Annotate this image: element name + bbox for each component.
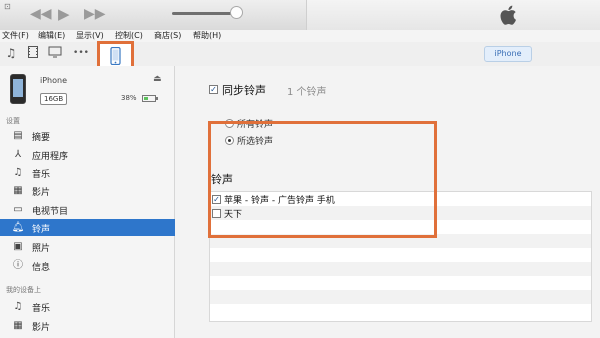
music-icon[interactable]: ♫	[4, 46, 18, 60]
sidebar-item-label: 电视节目	[32, 207, 69, 217]
capacity-badge: 16GB	[40, 93, 68, 105]
ringtone-count: 1 个铃声	[287, 87, 327, 98]
film-icon: ▦	[13, 320, 23, 331]
sidebar-item-device-music[interactable]: ♫ 音乐	[0, 298, 175, 315]
battery-percent: 38%	[121, 94, 137, 102]
sidebar-item-summary[interactable]: ▤ 摘要	[0, 127, 175, 144]
device-tab[interactable]: iPhone	[484, 46, 532, 62]
tv-icon[interactable]	[48, 46, 62, 60]
more-icon[interactable]: •••	[71, 46, 91, 60]
music-icon: ♫	[13, 167, 23, 178]
sidebar-item-device-movies[interactable]: ▦ 影片	[0, 317, 175, 334]
sidebar-item-label: 应用程序	[32, 152, 69, 162]
sidebar-item-label: 影片	[32, 188, 51, 198]
sidebar-item-label: 音乐	[32, 304, 51, 314]
tv-icon: ▭	[13, 204, 23, 215]
film-icon: ▦	[13, 185, 23, 196]
sidebar-item-label: 音乐	[32, 170, 51, 180]
apps-icon: ⅄	[14, 149, 22, 160]
window-menu-icon[interactable]: ⊡	[4, 2, 11, 11]
info-icon: ⓘ	[13, 260, 23, 271]
sidebar-item-label: 信息	[32, 263, 51, 273]
settings-header: 设置	[6, 117, 20, 125]
play-button[interactable]: ▶	[58, 6, 70, 22]
menu-file[interactable]: 文件(F)	[2, 30, 29, 42]
list-row-stripe	[210, 290, 591, 304]
photo-icon: ▣	[13, 241, 23, 252]
sync-ringtones-label: 同步铃声	[222, 84, 266, 97]
summary-icon: ▤	[13, 130, 23, 141]
menu-edit[interactable]: 编辑(E)	[38, 30, 65, 42]
previous-track-button[interactable]: ◀◀	[30, 6, 52, 22]
next-track-button[interactable]: ▶▶	[84, 6, 106, 22]
sidebar-item-label: 照片	[32, 244, 51, 254]
apple-logo-icon	[500, 5, 516, 25]
list-row-stripe	[210, 262, 591, 276]
sidebar-item-ringtones[interactable]: 🔔︎ 铃声	[0, 219, 175, 236]
highlight-annotation	[208, 121, 437, 238]
volume-knob[interactable]	[230, 6, 243, 19]
sidebar-item-tv[interactable]: ▭ 电视节目	[0, 201, 175, 218]
sidebar-item-label: 摘要	[32, 133, 51, 143]
eject-icon[interactable]: ⏏	[153, 74, 162, 84]
sidebar-item-label: 铃声	[32, 225, 51, 235]
bell-icon: 🔔︎	[11, 222, 25, 233]
on-device-header: 我的设备上	[6, 286, 41, 294]
sidebar-item-music[interactable]: ♫ 音乐	[0, 164, 175, 181]
volume-slider[interactable]	[172, 12, 238, 15]
sidebar-item-info[interactable]: ⓘ 信息	[0, 257, 175, 274]
music-icon: ♫	[13, 301, 23, 312]
sidebar-item-photos[interactable]: ▣ 照片	[0, 238, 175, 255]
film-icon[interactable]	[26, 46, 40, 60]
sidebar-item-movies[interactable]: ▦ 影片	[0, 182, 175, 199]
sidebar-item-label: 影片	[32, 323, 51, 333]
menu-help[interactable]: 帮助(H)	[193, 30, 221, 42]
menu-store[interactable]: 商店(S)	[154, 30, 181, 42]
status-display	[306, 0, 600, 30]
battery-icon	[142, 95, 158, 102]
sidebar-item-apps[interactable]: ⅄ 应用程序	[0, 146, 175, 163]
sync-ringtones-checkbox[interactable]: ✓	[209, 85, 218, 94]
iphone-icon	[110, 47, 121, 65]
device-thumbnail	[10, 74, 26, 104]
device-name: iPhone	[40, 76, 68, 85]
